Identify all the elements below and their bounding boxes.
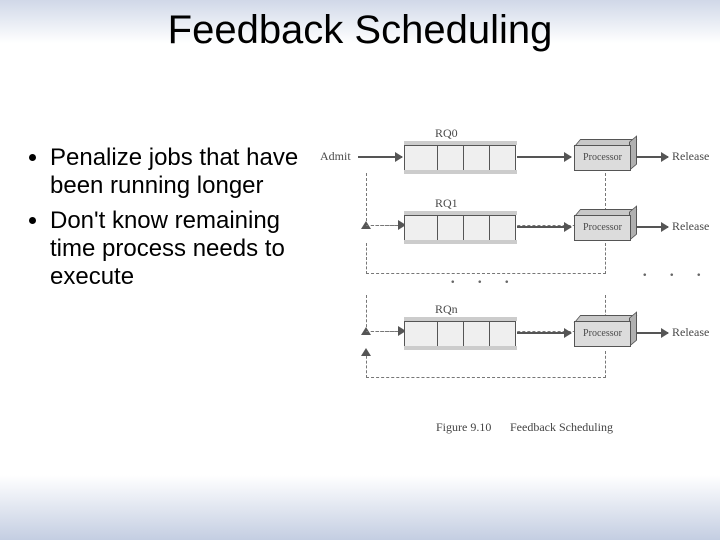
processor-label: Processor	[574, 145, 631, 171]
admit-label: Admit	[320, 149, 351, 164]
queue-box	[404, 145, 516, 172]
arrowhead-icon	[361, 348, 371, 356]
queue-box	[404, 321, 516, 348]
arrow-icon	[517, 332, 571, 334]
processor-label: Processor	[574, 321, 631, 347]
bullet-item: Don't know remaining time process needs …	[50, 207, 313, 292]
release-label: Release	[672, 325, 709, 340]
queue-label: RQn	[435, 302, 458, 317]
arrow-icon	[636, 332, 668, 334]
arrow-icon	[517, 226, 571, 228]
figure-number: Figure 9.10	[436, 420, 491, 435]
figure-caption: Feedback Scheduling	[510, 420, 613, 435]
feedback-diagram: Admit RQ0 Processor Release	[320, 130, 710, 460]
arrow-icon	[358, 156, 402, 158]
ellipsis-icon: . . .	[450, 263, 518, 289]
bullet-list: Penalize jobs that have been running lon…	[28, 144, 313, 298]
processor-box: Processor	[574, 318, 634, 346]
arrow-icon	[517, 156, 571, 158]
queue-box	[404, 215, 516, 242]
release-label: Release	[672, 149, 709, 164]
processor-label: Processor	[574, 215, 631, 241]
feedback-loop-icon	[366, 351, 606, 378]
release-label: Release	[672, 219, 709, 234]
bullet-item: Penalize jobs that have been running lon…	[50, 144, 313, 201]
queue-shadow-icon	[404, 346, 517, 350]
arrow-icon	[636, 226, 668, 228]
ellipsis-icon: . . .	[642, 256, 710, 282]
queue-label: RQ1	[435, 196, 458, 211]
slide: Feedback Scheduling Penalize jobs that h…	[0, 0, 720, 540]
processor-box: Processor	[574, 212, 634, 240]
arrow-icon	[636, 156, 668, 158]
processor-box: Processor	[574, 142, 634, 170]
slide-title: Feedback Scheduling	[0, 8, 720, 53]
queue-label: RQ0	[435, 126, 458, 141]
